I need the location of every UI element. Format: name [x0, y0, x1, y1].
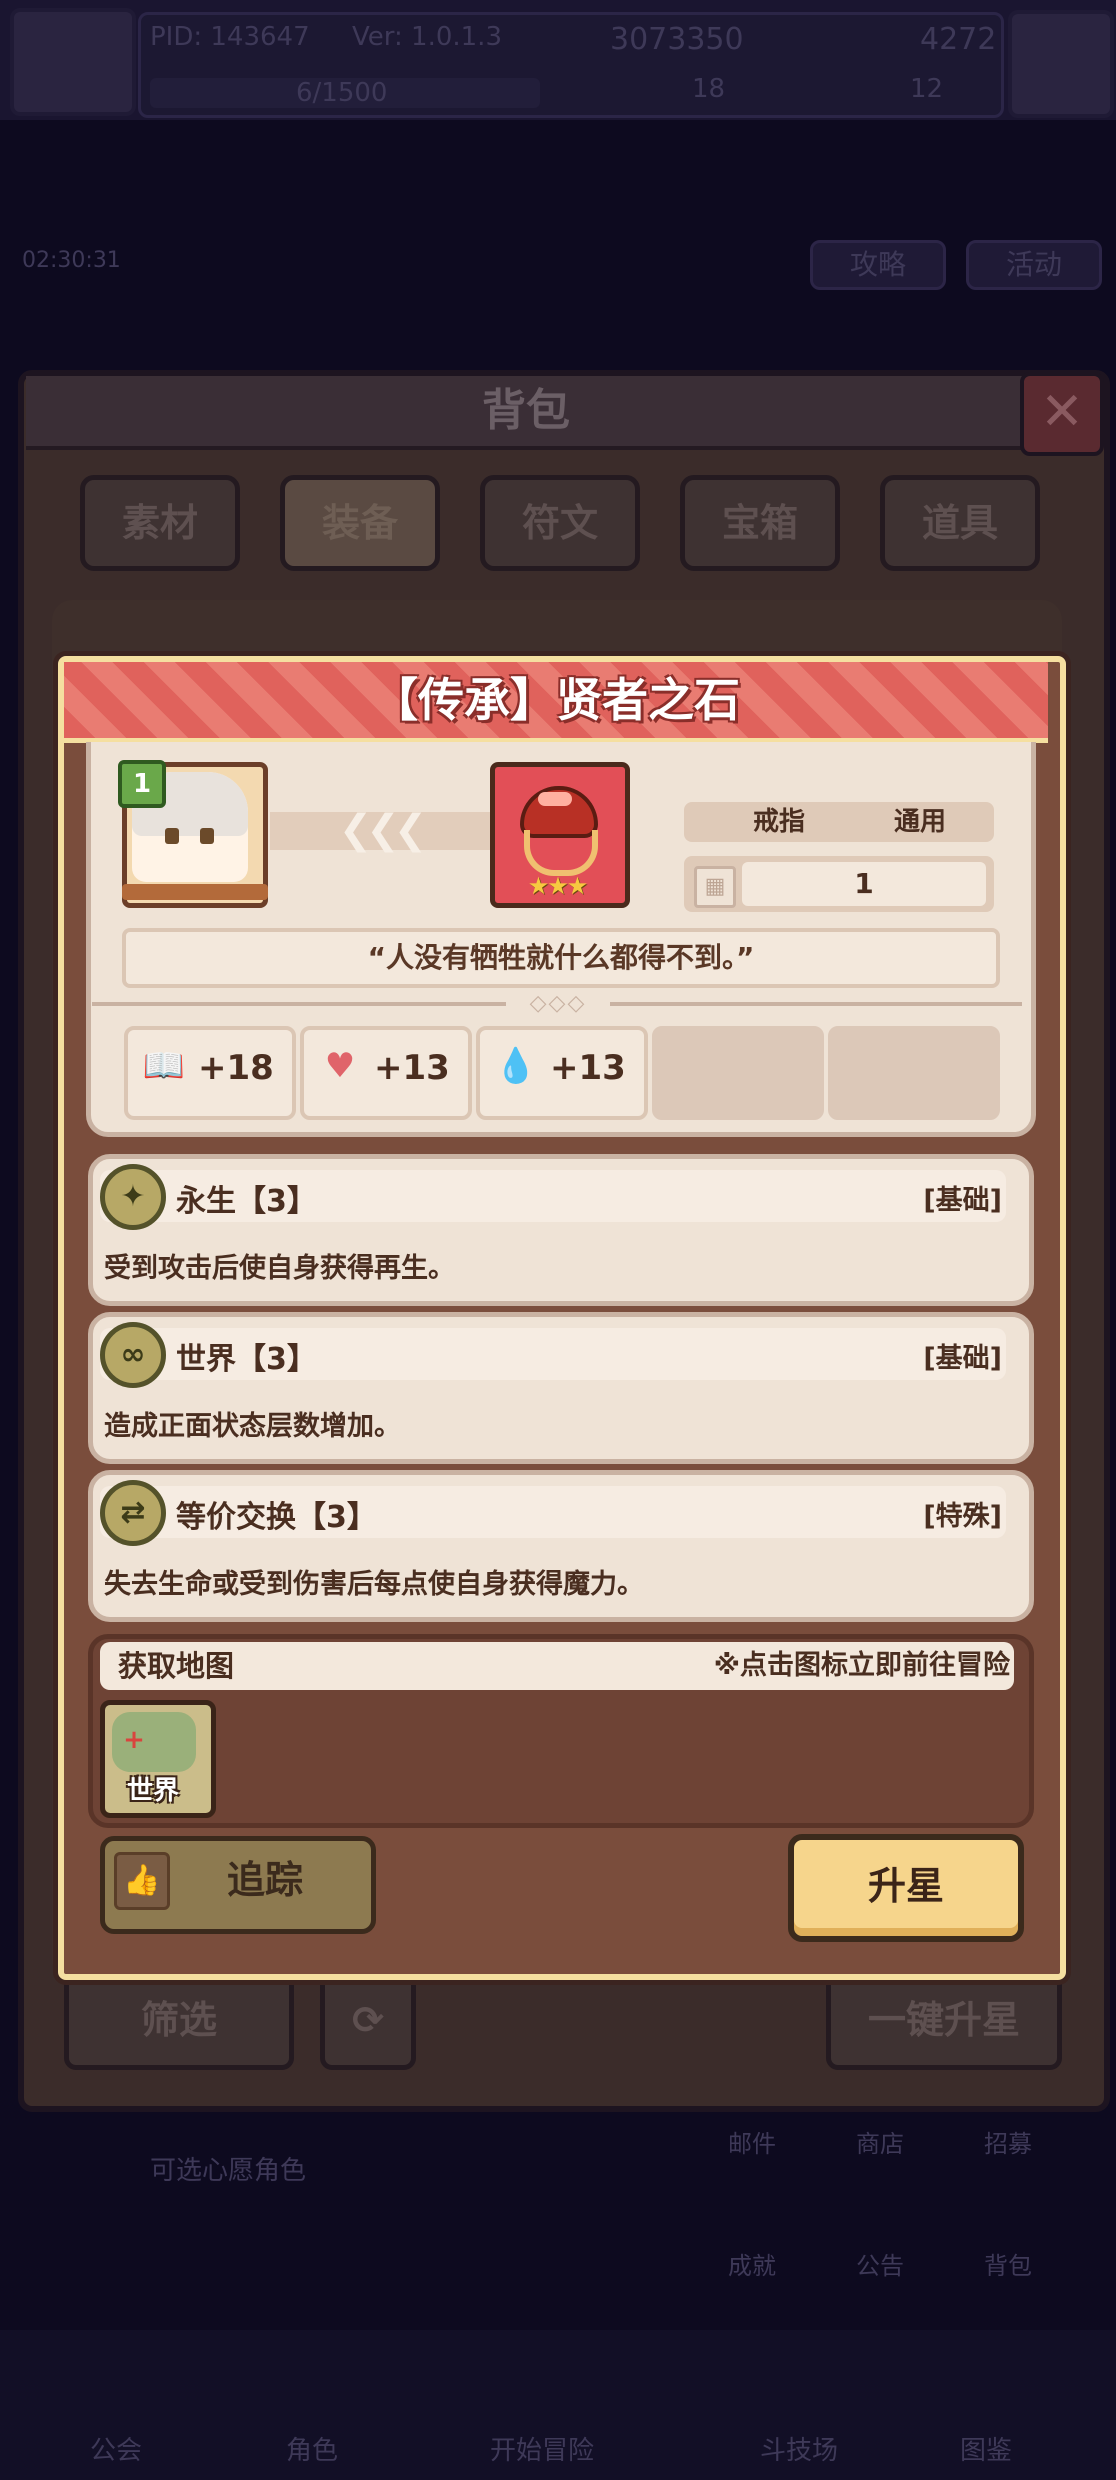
settings-gear-icon[interactable] — [1008, 10, 1114, 118]
map-title: 获取地图 — [118, 1649, 235, 1683]
divider-ornament: ◇◇◇ — [506, 990, 610, 1018]
left-arrows-icon: ❮❮❮ — [338, 807, 428, 853]
star-up-button[interactable]: 升星 — [788, 1834, 1024, 1942]
nav-arena[interactable]: 斗技场 — [760, 2430, 838, 2467]
side-recruit[interactable]: 招募 — [984, 2124, 1032, 2159]
skill-name: 永生【3】 — [176, 1184, 317, 1219]
thumbs-up-icon: 👍 — [114, 1852, 170, 1910]
side-shop[interactable]: 商店 — [856, 2124, 904, 2159]
stat-slot-empty — [828, 1026, 1000, 1120]
skill-badge-icon: ⇄ — [100, 1480, 166, 1546]
ring-band — [524, 830, 598, 876]
hero-eye — [165, 828, 179, 844]
refresh-icon[interactable]: ⟳ — [320, 1970, 416, 2070]
event-timer: 02:30:31 — [22, 248, 121, 273]
stat-value: +13 — [550, 1048, 626, 1088]
event-button[interactable]: 活动 — [966, 240, 1102, 290]
heart-icon: ♥ — [324, 1046, 356, 1086]
skill-badge-icon: ✦ — [100, 1164, 166, 1230]
exp-text: 6/1500 — [296, 78, 388, 108]
item-title: 【传承】贤者之石 — [372, 673, 740, 727]
clover-count: 18 — [692, 74, 726, 104]
skill-badge-icon: ∞ — [100, 1322, 166, 1388]
gold-count: 3073350 — [610, 22, 744, 57]
skill-name: 等价交换【3】 — [176, 1500, 377, 1535]
ring-gem — [538, 792, 572, 806]
tab-items[interactable]: 道具 — [880, 475, 1040, 571]
water-drop-icon: 💧 — [494, 1046, 538, 1086]
stat-slot-empty — [652, 1026, 824, 1120]
tab-chests[interactable]: 宝箱 — [680, 475, 840, 571]
side-achievement[interactable]: 成就 — [728, 2246, 776, 2281]
version-text: Ver: 1.0.1.3 — [352, 22, 502, 52]
skill-name: 世界【3】 — [176, 1342, 317, 1377]
close-icon[interactable]: ✕ — [1020, 372, 1104, 456]
skill-type: [特殊] — [923, 1501, 1002, 1532]
scope-tag: 通用 — [846, 802, 994, 842]
pid-text: PID: 143647 — [150, 22, 310, 52]
inventory-box-icon: ▦ — [694, 866, 736, 908]
tab-runes[interactable]: 符文 — [480, 475, 640, 571]
map-tile-label: 世界 — [126, 1776, 179, 1806]
player-avatar[interactable] — [10, 8, 136, 116]
nav-codex[interactable]: 图鉴 — [960, 2430, 1012, 2467]
hero-level-badge: 1 — [118, 760, 166, 808]
quantity-value: 1 — [742, 862, 986, 906]
skill-description: 失去生命或受到伤害后每点使自身获得魔力。 — [104, 1569, 644, 1600]
skill-description: 受到攻击后使自身获得再生。 — [104, 1253, 455, 1284]
item-quote: “人没有牺牲就什么都得不到。” — [122, 928, 1000, 988]
hero-portrait-base — [122, 884, 268, 900]
one-click-star-button[interactable]: 一键升星 — [826, 1970, 1062, 2070]
backpack-title: 背包 — [482, 385, 570, 436]
nav-guild[interactable]: 公会 — [90, 2430, 142, 2467]
nav-character[interactable]: 角色 — [286, 2430, 338, 2467]
book-icon: 📖 — [142, 1046, 186, 1086]
filter-button[interactable]: 筛选 — [64, 1970, 294, 2070]
key-count: 12 — [910, 74, 944, 104]
tab-materials[interactable]: 素材 — [80, 475, 240, 571]
skill-type: [基础] — [923, 1343, 1002, 1374]
map-marker-icon: + — [123, 1725, 145, 1755]
wish-text: 可选心愿角色 — [150, 2156, 307, 2186]
side-bag[interactable]: 背包 — [984, 2246, 1032, 2281]
tab-equipment[interactable]: 装备 — [280, 475, 440, 571]
hero-eye — [200, 828, 214, 844]
map-hint: ※点击图标立即前往冒险 — [713, 1650, 1010, 1681]
side-notice[interactable]: 公告 — [856, 2246, 904, 2281]
gem-count: 4272 — [920, 22, 997, 57]
nav-start-adventure[interactable]: 开始冒险 — [490, 2430, 594, 2467]
skill-description: 造成正面状态层数增加。 — [104, 1411, 401, 1442]
track-button-label: 追踪 — [226, 1858, 303, 1902]
guide-button[interactable]: 攻略 — [810, 240, 946, 290]
skill-type: [基础] — [923, 1185, 1002, 1216]
side-mail[interactable]: 邮件 — [728, 2124, 776, 2159]
star-rating: ★★★ — [527, 872, 589, 900]
stat-value: +13 — [374, 1048, 450, 1088]
stat-value: +18 — [198, 1048, 274, 1088]
